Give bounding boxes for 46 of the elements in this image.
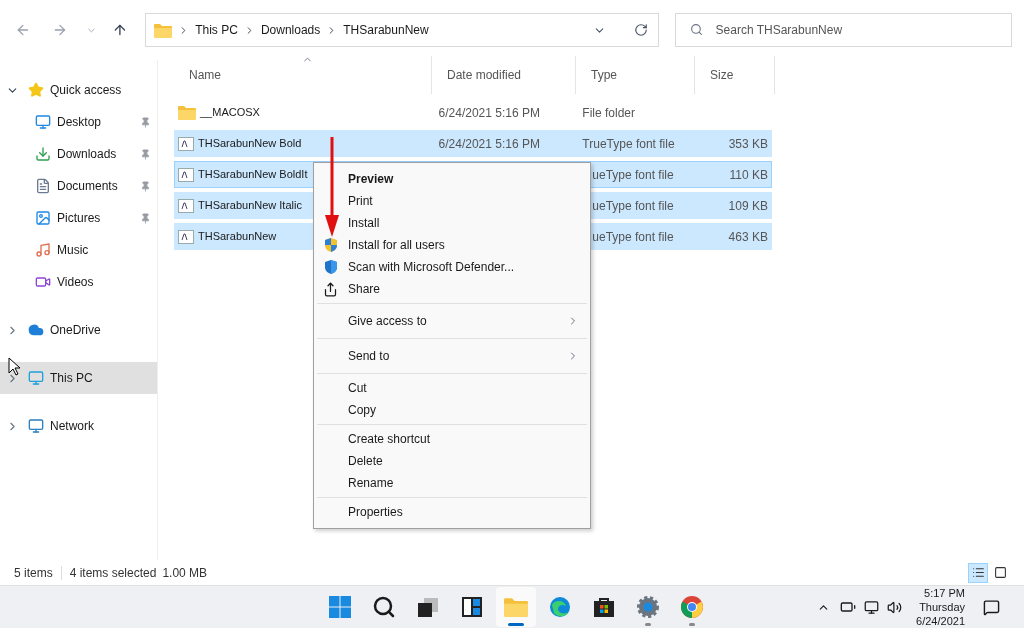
nav-label: Downloads xyxy=(57,146,118,163)
menu-label: Preview xyxy=(348,172,394,186)
selection-count: 4 items selected xyxy=(69,564,157,582)
menu-label: Cut xyxy=(348,381,367,395)
date-cell: 6/24/2021 5:16 PM xyxy=(438,105,540,120)
type-cell: ueType font file xyxy=(592,229,674,244)
nav-label: Music xyxy=(57,242,90,259)
menu-label: Install xyxy=(348,216,380,230)
file-name: THSarabunNew xyxy=(198,229,277,245)
size-cell: 463 KB xyxy=(728,229,768,244)
file-name: THSarabunNew Italic xyxy=(198,198,302,214)
menu-label: Share xyxy=(348,282,381,296)
menu-label: Create shortcut xyxy=(348,432,431,446)
file-name: THSarabunNew Bold xyxy=(198,136,302,152)
menu-label: Copy xyxy=(348,403,376,417)
nav-label: Documents xyxy=(57,178,119,195)
menu-label: Give access to xyxy=(348,314,427,328)
date-cell: 6/24/2021 5:16 PM xyxy=(438,136,540,151)
item-count: 5 items xyxy=(14,564,53,582)
nav-label: This PC xyxy=(50,370,94,387)
menu-label: Send to xyxy=(348,349,390,363)
nav-label: Videos xyxy=(57,274,95,291)
selection-size: 1.00 MB xyxy=(162,564,208,582)
type-cell: TrueType font file xyxy=(582,136,675,151)
type-cell: ueType font file xyxy=(592,198,674,213)
menu-label: Print xyxy=(348,194,373,208)
type-cell: File folder xyxy=(582,105,635,120)
clock-time: 5:17 PM xyxy=(924,586,965,600)
nav-label: Desktop xyxy=(57,114,103,131)
clock-date: 6/24/2021 xyxy=(916,614,965,628)
file-name: __MACOSX xyxy=(200,105,260,121)
type-cell: ueType font file xyxy=(592,167,674,182)
size-cell: 109 KB xyxy=(728,198,768,213)
nav-label: Network xyxy=(50,418,95,435)
nav-label: OneDrive xyxy=(50,322,102,339)
size-cell: 353 KB xyxy=(728,136,768,151)
menu-label: Rename xyxy=(348,476,394,490)
menu-label: Properties xyxy=(348,505,403,519)
file-name: THSarabunNew BoldIt xyxy=(198,167,308,183)
menu-label: Delete xyxy=(348,454,383,468)
size-cell: 110 KB xyxy=(729,167,768,182)
clock-day: Thursday xyxy=(919,600,965,614)
menu-label: Scan with Microsoft Defender... xyxy=(348,260,515,274)
menu-label: Install for all users xyxy=(348,238,445,252)
nav-label: Pictures xyxy=(57,210,102,227)
nav-label: Quick access xyxy=(50,82,123,99)
